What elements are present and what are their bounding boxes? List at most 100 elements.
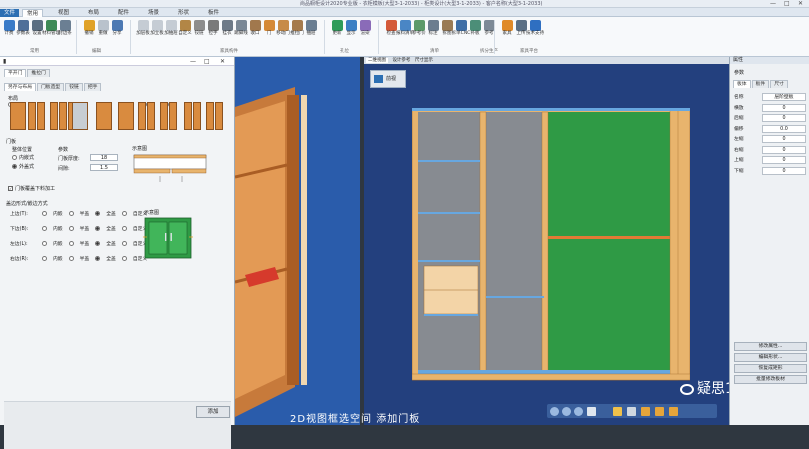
help-icon (529, 20, 541, 31)
install-label: 整体位置 (12, 147, 33, 153)
gap-input[interactable]: 1.5 (90, 164, 118, 171)
front-view-button[interactable]: 前视 (370, 70, 406, 88)
door-leaf-icon (118, 102, 134, 130)
zoom-fit-icon[interactable] (574, 406, 583, 416)
tab-parts[interactable]: 配件 (114, 9, 133, 17)
edge-option-radio[interactable] (121, 241, 127, 246)
radio-overlay-button[interactable] (12, 164, 17, 169)
edge-row: 上边(T): 内嵌 半盖 全盖 自定义 (10, 210, 153, 217)
render-icon (359, 20, 371, 31)
ribbon-button-20[interactable]: 抽屉 (304, 20, 318, 37)
edge-option-radio[interactable] (95, 211, 101, 216)
prop-value-input[interactable]: 0 (762, 145, 806, 154)
minimize-button[interactable]: — (770, 0, 776, 8)
zoom-in-icon[interactable] (550, 406, 559, 416)
patch-icon (469, 20, 481, 31)
tab-scene[interactable]: 场景 (144, 9, 163, 17)
edge-option-radio[interactable] (121, 226, 127, 231)
edge-option-radio[interactable] (95, 256, 101, 261)
dialog-maximize-button[interactable]: □ (204, 57, 210, 66)
edge-option-radio[interactable] (95, 241, 101, 246)
edge-row: 左边(L): 内嵌 半盖 全盖 自定义 (10, 240, 153, 247)
edge-option-radio[interactable] (121, 256, 127, 261)
refresh-icon (331, 20, 343, 31)
prop-row: 左缩 0 (734, 135, 807, 144)
edge-option-radio[interactable] (68, 226, 74, 231)
edge-icon (59, 20, 71, 31)
tab-hinge[interactable]: 铰链 (65, 83, 83, 91)
prop-value-input[interactable]: 0 (762, 135, 806, 143)
edge-option-label: 半盖 (79, 242, 90, 247)
overlay-checkbox[interactable]: ✓ 门板覆盖下料加工 (8, 185, 55, 192)
radio-overlay[interactable]: 外盖式 (12, 163, 34, 170)
pencil-icon[interactable] (613, 406, 622, 416)
modify-props-button[interactable]: 修改属性... (734, 342, 807, 351)
prop-value-input[interactable]: 0 (762, 156, 806, 164)
door-thickness-input[interactable]: 18 (90, 154, 118, 161)
radio-inset-button[interactable] (12, 155, 17, 160)
tab-board[interactable]: 板件 (204, 9, 223, 17)
ribbon-button-4[interactable]: 封边条 (58, 20, 72, 37)
view-3d[interactable] (234, 57, 360, 425)
props-tab-board[interactable]: 板件 (751, 80, 770, 88)
slide-icon (291, 20, 303, 31)
lock2-icon[interactable] (655, 406, 664, 416)
lock3-icon[interactable] (669, 406, 678, 416)
door-leaf-icon (96, 102, 112, 130)
tab-2d-view[interactable]: 二维视图 (366, 58, 388, 63)
eraser-icon[interactable] (627, 406, 636, 416)
radio-inset[interactable]: 内嵌式 (12, 154, 34, 161)
tab-layout[interactable]: 布局 (84, 9, 103, 17)
tab-sliding-door[interactable]: 推拉门 (27, 69, 50, 77)
tab-design-ref[interactable]: 设计参考 (392, 58, 410, 63)
edge-option-radio[interactable] (42, 211, 47, 216)
edge-option-radio[interactable] (42, 226, 47, 231)
prop-value-input[interactable]: 0.0 (762, 124, 806, 133)
edge-option-radio[interactable] (121, 211, 127, 216)
tab-view[interactable]: 视图 (54, 9, 73, 17)
lock-icon[interactable] (641, 406, 650, 416)
ribbon-button-34[interactable]: 技术支持 (526, 20, 544, 37)
edge-label: 右边(R): (10, 257, 29, 262)
edge-option-radio[interactable] (68, 256, 74, 261)
add-button[interactable]: 添加 (196, 406, 230, 418)
dialog-minimize-button[interactable]: — (190, 57, 196, 66)
edge-option-radio[interactable] (95, 226, 101, 231)
edge-option-radio[interactable] (42, 241, 47, 246)
tab-common[interactable]: 常用 (22, 9, 44, 17)
props-tab-size[interactable]: 尺寸 (770, 80, 788, 88)
screenshot-icon[interactable] (587, 406, 596, 416)
restore-rect-button[interactable]: 恢复成矩形 (734, 364, 807, 373)
edge-option-label: 内嵌 (53, 257, 63, 262)
batch-modify-button[interactable]: 批量修改板材 (734, 375, 807, 384)
maximize-button[interactable]: □ (784, 0, 790, 8)
tab-swing-door[interactable]: 平开门 (4, 69, 27, 77)
tab-handle[interactable]: 把手 (83, 83, 102, 91)
door-style-preview (143, 217, 193, 259)
ribbon-button-7[interactable]: 分享 (110, 20, 124, 37)
ribbon-group-label: 孔位 (340, 49, 349, 54)
ribbon-button-23[interactable]: 渲染 (358, 20, 372, 37)
prop-value-input[interactable]: 0 (762, 114, 806, 122)
front-view-label: 前视 (386, 76, 397, 82)
tab-shape[interactable]: 形状 (174, 9, 193, 17)
close-button[interactable]: ✕ (798, 0, 803, 8)
zoom-out-icon[interactable] (562, 406, 571, 416)
tab-size-display[interactable]: 尺寸显示 (415, 58, 433, 63)
props-tab-body[interactable]: 板体 (733, 80, 751, 88)
edge-option-radio[interactable] (42, 256, 47, 261)
cabinet-3d-render (234, 87, 307, 417)
edge-option-radio[interactable] (68, 211, 74, 216)
cabinet-2d-drawing (412, 108, 690, 381)
edit-shape-button[interactable]: 编辑形状... (734, 353, 807, 362)
shelf-icon (137, 20, 149, 31)
prop-value-input[interactable]: 0 (762, 166, 806, 175)
tab-door-style[interactable]: 门板造型 (37, 83, 65, 91)
tab-layout-config[interactable]: 另存与布局 (4, 83, 36, 91)
tab-file[interactable]: 文件 (0, 9, 20, 17)
door-leaf-icon (50, 102, 58, 130)
dialog-close-button[interactable]: ✕ (220, 57, 225, 66)
prop-value-input[interactable]: 0 (762, 103, 806, 112)
edge-option-radio[interactable] (68, 241, 74, 246)
prop-value-input[interactable]: 层阶壁板 (762, 93, 806, 101)
